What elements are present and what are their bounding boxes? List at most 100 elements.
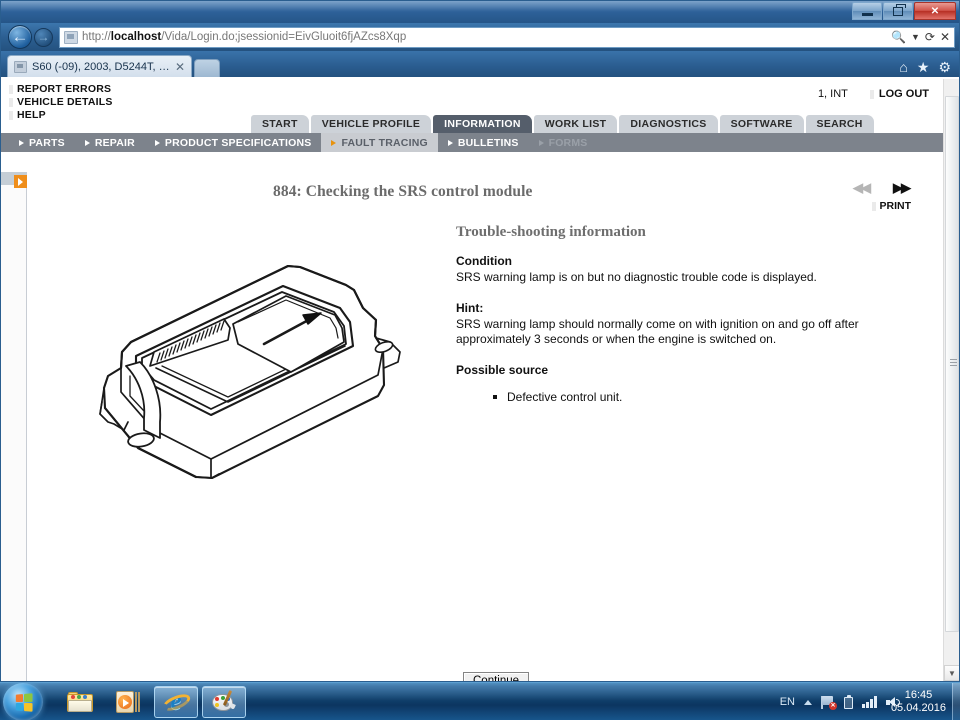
- taskbar-item-paint[interactable]: [202, 686, 246, 718]
- document-content: Trouble-shooting information Condition S…: [28, 216, 927, 681]
- sub-navigation-bar: PARTS REPAIR PRODUCT SPECIFICATIONS FAUL…: [1, 133, 943, 152]
- quick-link-report-errors[interactable]: REPORT ERRORS: [9, 83, 113, 96]
- star-icon[interactable]: ★: [917, 60, 930, 74]
- chevron-right-icon: [84, 139, 90, 146]
- quick-link-vehicle-details[interactable]: VEHICLE DETAILS: [9, 96, 113, 109]
- document-navigation: ◀◀ ▶▶: [853, 181, 911, 194]
- scroll-down-button[interactable]: ▼: [944, 665, 959, 681]
- page-favicon: [64, 30, 78, 44]
- hint-label: Hint:: [456, 300, 484, 315]
- gear-icon[interactable]: ⚙: [938, 60, 951, 74]
- new-tab-button[interactable]: [194, 59, 220, 77]
- subnav-repair[interactable]: REPAIR: [75, 133, 145, 152]
- srs-control-module-diagram: [78, 216, 438, 506]
- tab-search[interactable]: SEARCH: [805, 115, 874, 133]
- browser-tab-label: S60 (-09), 2003, D5244T, M5...: [32, 60, 170, 73]
- stop-icon[interactable]: ✕: [940, 30, 950, 44]
- section-heading: Trouble-shooting information: [456, 224, 646, 240]
- internet-explorer-icon: e: [160, 689, 192, 714]
- taskbar: e EN ✕ 16:45 05.04.2016: [0, 682, 960, 720]
- taskbar-item-windows-explorer[interactable]: [58, 686, 102, 718]
- refresh-icon[interactable]: ⟳: [925, 30, 935, 44]
- application-body: 884: Checking the SRS control module ◀◀ …: [1, 172, 927, 681]
- subnav-label: FAULT TRACING: [341, 136, 428, 149]
- battery-icon[interactable]: [844, 695, 853, 709]
- subnav-label: FORMS: [548, 136, 588, 149]
- window-controls: ✕: [851, 2, 956, 20]
- paint-icon: [211, 689, 237, 714]
- search-icon[interactable]: 🔍: [891, 30, 906, 44]
- system-tray: EN ✕: [780, 683, 902, 720]
- previous-page-button[interactable]: ◀◀: [853, 181, 871, 194]
- subnav-bulletins[interactable]: BULLETINS: [438, 133, 529, 152]
- subnav-label: BULLETINS: [457, 136, 519, 149]
- chevron-right-icon: [538, 139, 544, 146]
- next-page-button[interactable]: ▶▶: [893, 181, 911, 194]
- print-button[interactable]: PRINT: [871, 200, 912, 212]
- logout-button[interactable]: LOG OUT: [869, 88, 929, 100]
- tab-work-list[interactable]: WORK LIST: [533, 115, 618, 133]
- address-bar-url: http://localhost/Vida/Login.do;jsessioni…: [82, 31, 407, 43]
- condition-label: Condition: [456, 254, 512, 268]
- desktop: ✕ ← → http://localhost/Vida/Login.do;jse…: [0, 0, 960, 720]
- quick-links: REPORT ERRORS VEHICLE DETAILS HELP: [9, 83, 113, 122]
- restore-button[interactable]: [883, 2, 913, 20]
- start-button[interactable]: [3, 683, 43, 720]
- quick-link-help[interactable]: HELP: [9, 109, 113, 122]
- user-area: 1, INT LOG OUT: [818, 88, 929, 100]
- taskbar-item-internet-explorer[interactable]: e: [154, 686, 198, 718]
- close-button[interactable]: ✕: [914, 2, 956, 20]
- tab-software[interactable]: SOFTWARE: [719, 115, 804, 133]
- list-item: Defective control unit.: [493, 389, 887, 405]
- browser-tab[interactable]: S60 (-09), 2003, D5244T, M5... ✕: [7, 55, 192, 77]
- chevron-right-icon: [154, 139, 160, 146]
- quick-link-label: HELP: [17, 109, 46, 121]
- page-title: 884: Checking the SRS control module: [273, 183, 533, 200]
- show-hidden-icons-button[interactable]: [804, 699, 812, 705]
- subnav-label: PRODUCT SPECIFICATIONS: [164, 136, 312, 149]
- show-desktop-button[interactable]: [952, 683, 960, 720]
- chevron-down-icon[interactable]: ▼: [911, 32, 920, 42]
- page-scrollbar[interactable]: ▼: [943, 79, 959, 681]
- address-bar-icons: 🔍 ▼ ⟳ ✕: [885, 30, 950, 44]
- sidebar-expand-button[interactable]: [14, 175, 27, 188]
- possible-source-list: Defective control unit.: [493, 389, 887, 405]
- home-icon[interactable]: ⌂: [899, 60, 907, 74]
- chevron-right-icon: [331, 139, 337, 146]
- window-title-bar: ✕: [1, 1, 959, 23]
- scrollbar-thumb[interactable]: [945, 96, 959, 632]
- tab-diagnostics[interactable]: DIAGNOSTICS: [619, 115, 718, 133]
- media-player-icon: [116, 691, 140, 713]
- subnav-product-specifications[interactable]: PRODUCT SPECIFICATIONS: [145, 133, 322, 152]
- continue-button[interactable]: Continue: [463, 672, 530, 681]
- taskbar-item-windows-media-player[interactable]: [106, 686, 150, 718]
- subnav-forms: FORMS: [529, 133, 598, 152]
- language-indicator[interactable]: EN: [780, 696, 795, 708]
- tab-start[interactable]: START: [251, 115, 309, 133]
- tab-vehicle-profile[interactable]: VEHICLE PROFILE: [310, 115, 432, 133]
- logout-label: LOG OUT: [878, 88, 929, 100]
- print-label: PRINT: [879, 200, 912, 212]
- document-pane: 884: Checking the SRS control module ◀◀ …: [28, 172, 927, 681]
- tab-favicon: [14, 60, 27, 73]
- collapsed-sidebar: [1, 172, 27, 681]
- signal-strength-icon[interactable]: [862, 696, 877, 708]
- back-button[interactable]: ←: [8, 25, 32, 49]
- browser-navigation-bar: ← → http://localhost/Vida/Login.do;jsess…: [1, 23, 959, 51]
- page-scroll-area: REPORT ERRORS VEHICLE DETAILS HELP 1, IN…: [1, 79, 943, 681]
- network-icon[interactable]: ✕: [821, 695, 837, 710]
- address-bar[interactable]: http://localhost/Vida/Login.do;jsessioni…: [59, 26, 955, 48]
- application-header: REPORT ERRORS VEHICLE DETAILS HELP 1, IN…: [1, 79, 943, 133]
- browser-command-icons: ⌂ ★ ⚙: [899, 60, 951, 74]
- tab-information[interactable]: INFORMATION: [433, 115, 532, 133]
- forward-button[interactable]: →: [34, 27, 53, 47]
- minimize-button[interactable]: [852, 2, 882, 20]
- subnav-parts[interactable]: PARTS: [9, 133, 75, 152]
- subnav-label: REPAIR: [94, 136, 135, 149]
- vida-application: REPORT ERRORS VEHICLE DETAILS HELP 1, IN…: [1, 79, 959, 681]
- subnav-fault-tracing[interactable]: FAULT TRACING: [321, 133, 438, 152]
- browser-window: ✕ ← → http://localhost/Vida/Login.do;jse…: [0, 0, 960, 682]
- taskbar-clock[interactable]: 16:45 05.04.2016: [891, 683, 946, 720]
- tab-close-icon[interactable]: ✕: [175, 60, 185, 74]
- clock-date: 05.04.2016: [890, 702, 946, 714]
